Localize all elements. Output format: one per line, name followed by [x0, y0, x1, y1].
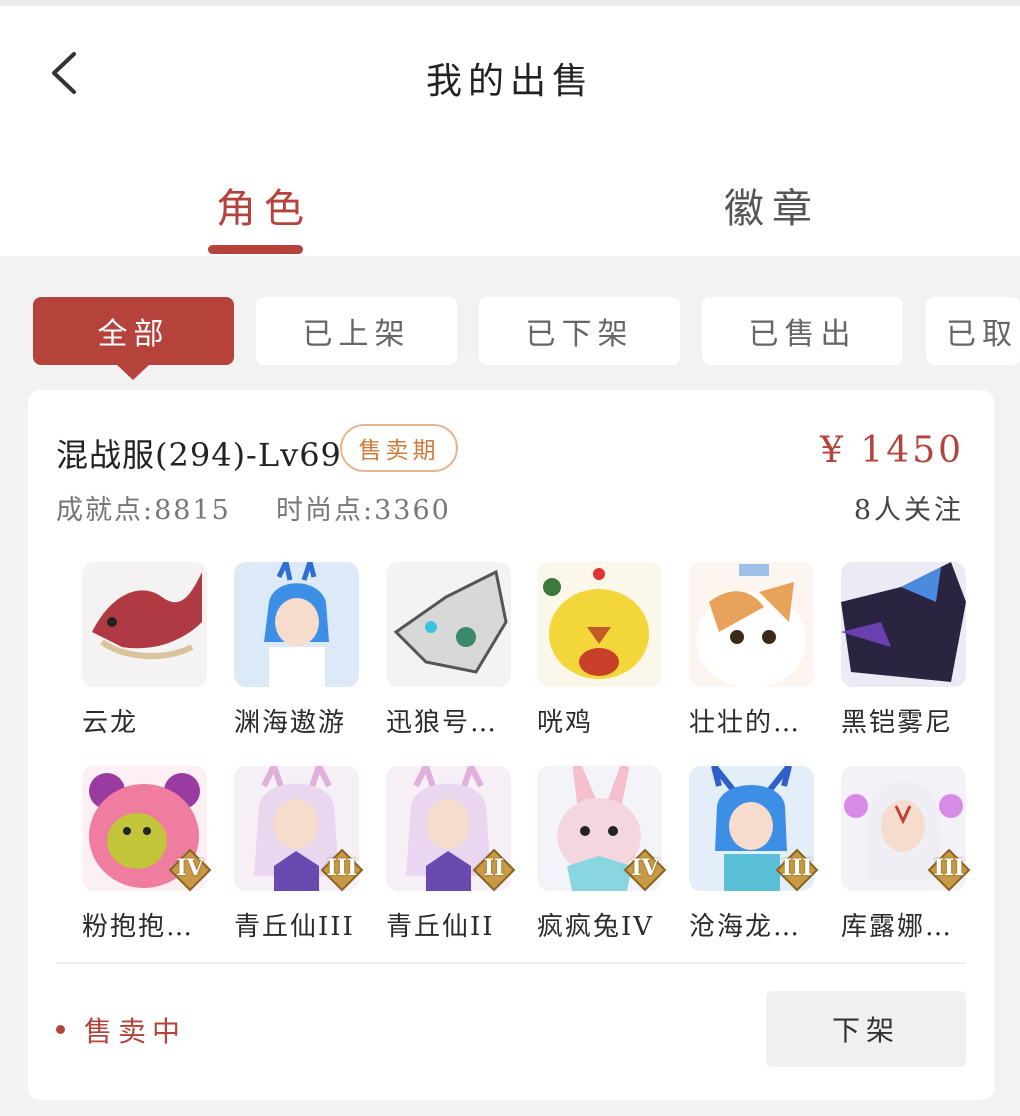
- follower-count: 8人关注: [853, 495, 964, 526]
- pet-name: 疯疯兔IV: [537, 912, 655, 942]
- tab-role[interactable]: 角色: [216, 176, 312, 234]
- fashion-points: 时尚点:3360: [276, 495, 451, 526]
- tier-badge: III: [320, 848, 364, 892]
- filter-delisted[interactable]: 已下架: [479, 297, 680, 365]
- active-tab-indicator: [208, 245, 303, 254]
- delist-button[interactable]: 下架: [766, 991, 966, 1067]
- pet-card[interactable]: 渊海遨游: [222, 562, 362, 752]
- pet-card[interactable]: 疯疯兔IV IV: [525, 766, 667, 956]
- pet-name: 咣鸡: [537, 708, 594, 738]
- pet-name: 粉抱抱…: [82, 912, 195, 942]
- tier-badge: III: [927, 848, 971, 892]
- filter-listed[interactable]: 已上架: [256, 297, 457, 365]
- pet-card[interactable]: 青丘仙III III: [222, 766, 364, 956]
- price: ¥ 1450: [820, 430, 964, 471]
- pet-name: 青丘仙II: [386, 912, 495, 942]
- pet-name: 迅狼号…: [386, 708, 499, 738]
- tab-badge[interactable]: 徽章: [724, 176, 820, 234]
- pet-name: 沧海龙…: [689, 912, 802, 942]
- listing-card[interactable]: 混战服(294)-Lv69 售卖期 ¥ 1450 成就点:8815 时尚点:33…: [28, 390, 994, 1100]
- tier-badge: II: [472, 848, 516, 892]
- pet-black-armor-image: [841, 562, 966, 687]
- pet-name: 壮壮的…: [689, 708, 802, 738]
- pet-card[interactable]: 云龙: [70, 562, 210, 752]
- server-level: 混战服(294)-Lv69: [56, 436, 342, 474]
- pet-card[interactable]: 青丘仙II II: [374, 766, 516, 956]
- pet-card[interactable]: 沧海龙… III: [677, 766, 819, 956]
- filter-sold[interactable]: 已售出: [702, 297, 903, 365]
- divider: [56, 962, 966, 964]
- pet-cloud-dragon-image: [82, 562, 207, 687]
- tier-badge: III: [775, 848, 819, 892]
- pet-name: 云龙: [82, 708, 139, 738]
- status-dot: [56, 1025, 65, 1034]
- pet-card[interactable]: 迅狼号…: [374, 562, 514, 752]
- pet-swift-wolf-image: [386, 562, 511, 687]
- pet-card[interactable]: 库露娜… III: [829, 766, 971, 956]
- active-filter-pointer: [116, 364, 150, 380]
- pet-card[interactable]: 咣鸡: [525, 562, 665, 752]
- pet-card[interactable]: 壮壮的…: [677, 562, 817, 752]
- pet-name: 青丘仙III: [234, 912, 355, 942]
- filter-all[interactable]: 全部: [33, 297, 234, 365]
- achievement-points: 成就点:8815: [56, 495, 231, 526]
- pet-name: 黑铠雾尼: [841, 708, 954, 738]
- sale-status: 售卖中: [84, 1015, 187, 1048]
- pet-cat-image: [689, 562, 814, 687]
- pet-card[interactable]: 黑铠雾尼: [829, 562, 969, 752]
- status-badge: 售卖期: [340, 424, 458, 472]
- header: 我的出售 角色 徽章: [0, 6, 1020, 256]
- page-title: 我的出售: [425, 61, 594, 102]
- filter-cancelled[interactable]: 已取: [926, 297, 1020, 365]
- pet-chicken-image: [537, 562, 662, 687]
- pet-sea-roamer-image: [234, 562, 359, 687]
- tier-badge: IV: [623, 848, 667, 892]
- tier-badge: IV: [168, 848, 212, 892]
- pet-name: 渊海遨游: [234, 708, 347, 738]
- pet-name: 库露娜…: [841, 912, 954, 942]
- pet-card[interactable]: 粉抱抱… IV: [70, 766, 212, 956]
